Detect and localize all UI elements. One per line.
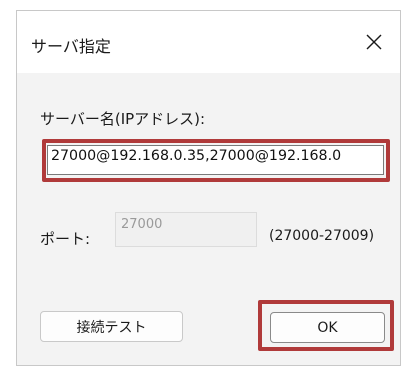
server-name-label: サーバー名(IPアドレス):: [40, 110, 206, 128]
close-button[interactable]: [356, 25, 392, 59]
port-input[interactable]: 27000: [115, 212, 257, 247]
close-icon: [366, 34, 382, 50]
server-name-input[interactable]: 27000@192.168.0.35,27000@192.168.0: [47, 145, 384, 175]
port-label: ポート:: [40, 230, 91, 248]
dialog-title: サーバ指定: [31, 37, 111, 56]
title-bar: サーバ指定: [17, 11, 400, 73]
ok-button[interactable]: OK: [270, 312, 385, 343]
port-range-hint: (27000-27009): [269, 228, 375, 244]
connection-test-button[interactable]: 接続テスト: [40, 311, 183, 342]
